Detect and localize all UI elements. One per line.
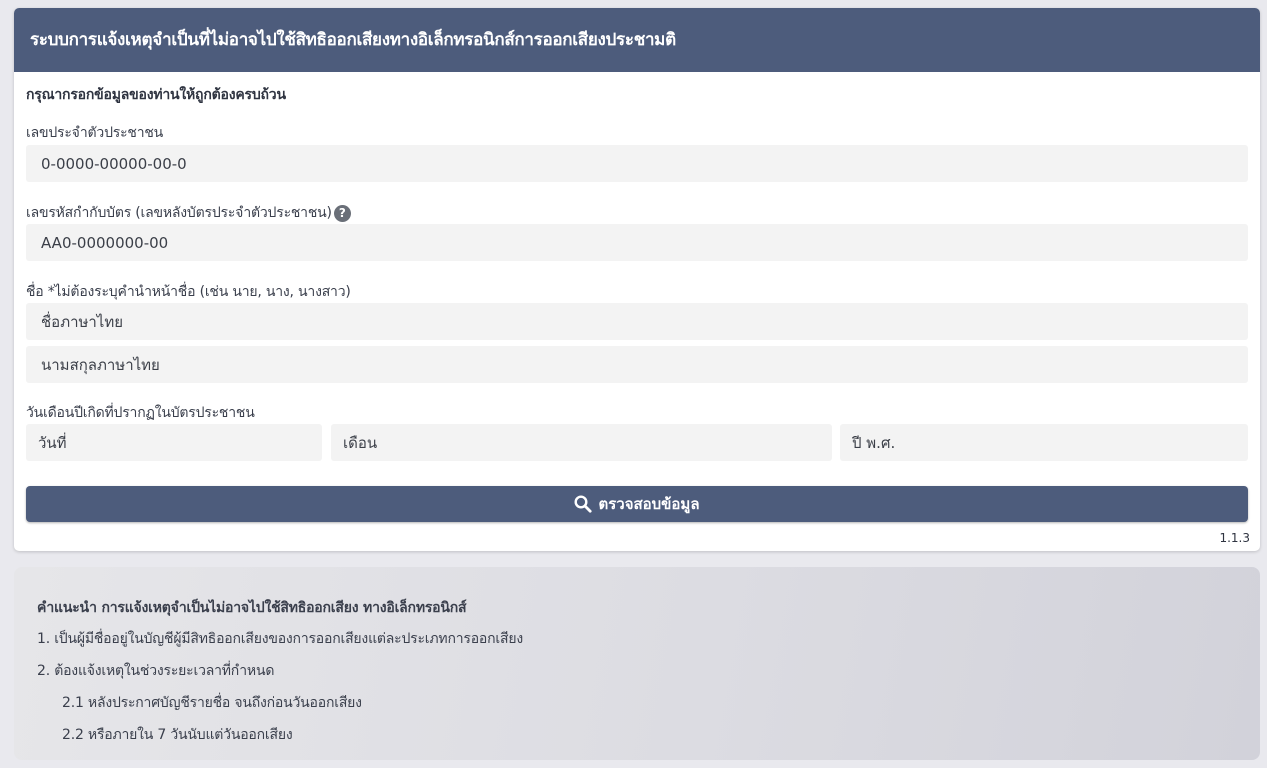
id-label: เลขประจำตัวประชาชน [26,125,164,141]
advice-title: คำแนะนำ การแจ้งเหตุจำเป็นไม่อาจไปใช้สิทธ… [37,600,467,616]
dob-label: วันเดือนปีเกิดที่ปรากฏในบัตรประชาชน [26,405,255,421]
laser-code-input[interactable] [26,224,1248,261]
advice-item: 1. เป็นผู้มีชื่ออยู่ในบัญชีผู้มีสิทธิออก… [37,631,523,647]
advice-item: 2. ต้องแจ้งเหตุในช่วงระยะเวลาที่กำหนด [37,663,275,679]
birth-year-input[interactable] [840,424,1248,461]
advice-subitem: 2.1 หลังประกาศบัญชีรายชื่อ จนถึงก่อนวันอ… [62,695,362,711]
form-card: ระบบการแจ้งเหตุจำเป็นที่ไม่อาจไปใช้สิทธิ… [14,8,1260,551]
advice-subitem: 2.2 หรือภายใน 7 วันนับแต่วันออกเสียง [62,727,293,743]
check-info-button-label: ตรวจสอบข้อมูล [598,495,700,513]
laser-code-label: เลขรหัสกำกับบัตร (เลขหลังบัตรประจำตัวประ… [26,202,351,224]
page-title: ระบบการแจ้งเหตุจำเป็นที่ไม่อาจไปใช้สิทธิ… [14,8,1260,72]
form-intro: กรุณากรอกข้อมูลของท่านให้ถูกต้องครบถ้วน [26,87,286,103]
version-label: 1.1.3 [1219,531,1250,545]
first-name-input[interactable] [26,303,1248,340]
citizen-id-input[interactable] [26,145,1248,182]
laser-code-label-text: เลขรหัสกำกับบัตร (เลขหลังบัตรประจำตัวประ… [26,205,332,221]
last-name-input[interactable] [26,346,1248,383]
search-icon [574,495,593,513]
advice-panel: คำแนะนำ การแจ้งเหตุจำเป็นไม่อาจไปใช้สิทธ… [14,567,1260,760]
birth-month-input[interactable] [331,424,832,461]
birth-day-input[interactable] [26,424,322,461]
check-info-button[interactable]: ตรวจสอบข้อมูล [26,486,1248,522]
question-circle-icon[interactable]: ? [333,204,351,222]
name-label: ชื่อ *ไม่ต้องระบุคำนำหน้าชื่อ (เช่น นาย,… [26,284,351,300]
